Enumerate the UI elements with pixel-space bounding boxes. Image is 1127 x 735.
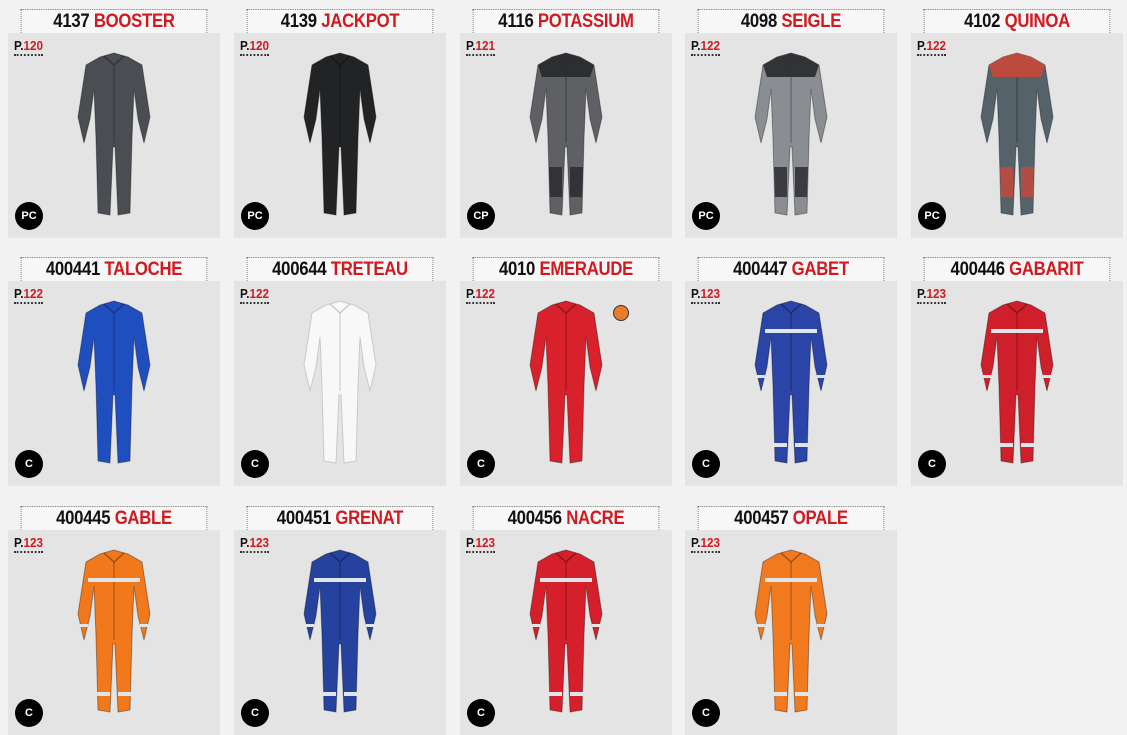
page-reference: P.123 <box>466 536 496 553</box>
fabric-badge: C <box>918 450 946 478</box>
coverall-image <box>303 549 377 713</box>
product-card-gabet[interactable]: 400447 GABET P.123 C <box>685 257 897 486</box>
product-title: 4098 SEIGLE <box>697 9 885 33</box>
product-title: 4010 EMERAUDE <box>472 257 660 281</box>
product-photo: P.123 C <box>460 530 672 735</box>
product-title: 4116 POTASSIUM <box>472 9 660 33</box>
product-photo: P.120 PC <box>8 33 220 238</box>
product-card-treteau[interactable]: 400644 TRETEAU P.122 C <box>234 257 446 486</box>
product-card-grenat[interactable]: 400451 GRENAT P.123 C <box>234 506 446 735</box>
product-title: 4137 BOOSTER <box>20 9 208 33</box>
product-title: 400445 GABLE <box>20 506 208 530</box>
product-photo: P.122 PC <box>685 33 897 238</box>
fabric-badge: C <box>692 699 720 727</box>
orange-dot-marker <box>613 305 629 321</box>
product-title: 400451 GRENAT <box>246 506 434 530</box>
coverall-image <box>980 300 1054 464</box>
fabric-badge: PC <box>918 202 946 230</box>
fabric-badge: CP <box>467 202 495 230</box>
page-reference: P.122 <box>691 39 721 56</box>
product-card-quinoa[interactable]: 4102 QUINOA P.122 PC <box>911 9 1123 238</box>
product-title: 400456 NACRE <box>472 506 660 530</box>
page-reference: P.123 <box>691 536 721 553</box>
product-card-taloche[interactable]: 400441 TALOCHE P.122 C <box>8 257 220 486</box>
coverall-image <box>77 300 151 464</box>
product-card-seigle[interactable]: 4098 SEIGLE P.122 PC <box>685 9 897 238</box>
coverall-image <box>754 300 828 464</box>
product-title: 400447 GABET <box>697 257 885 281</box>
product-photo: P.120 PC <box>234 33 446 238</box>
product-card-nacre[interactable]: 400456 NACRE P.123 C <box>460 506 672 735</box>
coverall-image <box>754 52 828 216</box>
page-reference: P.120 <box>240 39 270 56</box>
fabric-badge: C <box>467 699 495 727</box>
product-photo: P.123 C <box>685 281 897 486</box>
product-title: 400441 TALOCHE <box>20 257 208 281</box>
page-reference: P.122 <box>917 39 947 56</box>
product-title: 400457 OPALE <box>697 506 885 530</box>
product-title: 400644 TRETEAU <box>246 257 434 281</box>
product-card-gabarit[interactable]: 400446 GABARIT P.123 C <box>911 257 1123 486</box>
product-photo: P.122 PC <box>911 33 1123 238</box>
fabric-badge: C <box>241 450 269 478</box>
coverall-image <box>529 52 603 216</box>
fabric-badge: C <box>241 699 269 727</box>
fabric-badge: PC <box>241 202 269 230</box>
product-card-gable[interactable]: 400445 GABLE P.123 C <box>8 506 220 735</box>
product-card-opale[interactable]: 400457 OPALE P.123 C <box>685 506 897 735</box>
product-card-potassium[interactable]: 4116 POTASSIUM P.121 CP <box>460 9 672 238</box>
product-photo: P.123 C <box>685 530 897 735</box>
product-photo: P.123 C <box>8 530 220 735</box>
product-card-emeraude[interactable]: 4010 EMERAUDE P.122 C <box>460 257 672 486</box>
page-reference: P.123 <box>240 536 270 553</box>
page-reference: P.122 <box>14 287 44 304</box>
product-card-booster[interactable]: 4137 BOOSTER P.120 PC <box>8 9 220 238</box>
fabric-badge: PC <box>692 202 720 230</box>
fabric-badge: PC <box>15 202 43 230</box>
coverall-image <box>980 52 1054 216</box>
product-title: 400446 GABARIT <box>923 257 1111 281</box>
coverall-image <box>529 549 603 713</box>
page-reference: P.123 <box>14 536 44 553</box>
product-photo: P.122 C <box>234 281 446 486</box>
product-card-jackpot[interactable]: 4139 JACKPOT P.120 PC <box>234 9 446 238</box>
coverall-image <box>529 300 603 464</box>
fabric-badge: C <box>15 699 43 727</box>
product-photo: P.122 C <box>460 281 672 486</box>
page-reference: P.120 <box>14 39 44 56</box>
product-photo: P.123 C <box>911 281 1123 486</box>
fabric-badge: C <box>467 450 495 478</box>
product-photo: P.121 CP <box>460 33 672 238</box>
product-grid: 4137 BOOSTER P.120 PC 4139 JACKPOT P.120… <box>0 0 1127 735</box>
fabric-badge: C <box>15 450 43 478</box>
product-title: 4139 JACKPOT <box>246 9 434 33</box>
coverall-image <box>754 549 828 713</box>
product-photo: P.123 C <box>234 530 446 735</box>
coverall-image <box>77 52 151 216</box>
product-photo: P.122 C <box>8 281 220 486</box>
page-reference: P.122 <box>466 287 496 304</box>
page-reference: P.123 <box>917 287 947 304</box>
fabric-badge: C <box>692 450 720 478</box>
page-reference: P.122 <box>240 287 270 304</box>
coverall-image <box>303 300 377 464</box>
coverall-image <box>303 52 377 216</box>
coverall-image <box>77 549 151 713</box>
page-reference: P.121 <box>466 39 496 56</box>
product-title: 4102 QUINOA <box>923 9 1111 33</box>
page-reference: P.123 <box>691 287 721 304</box>
